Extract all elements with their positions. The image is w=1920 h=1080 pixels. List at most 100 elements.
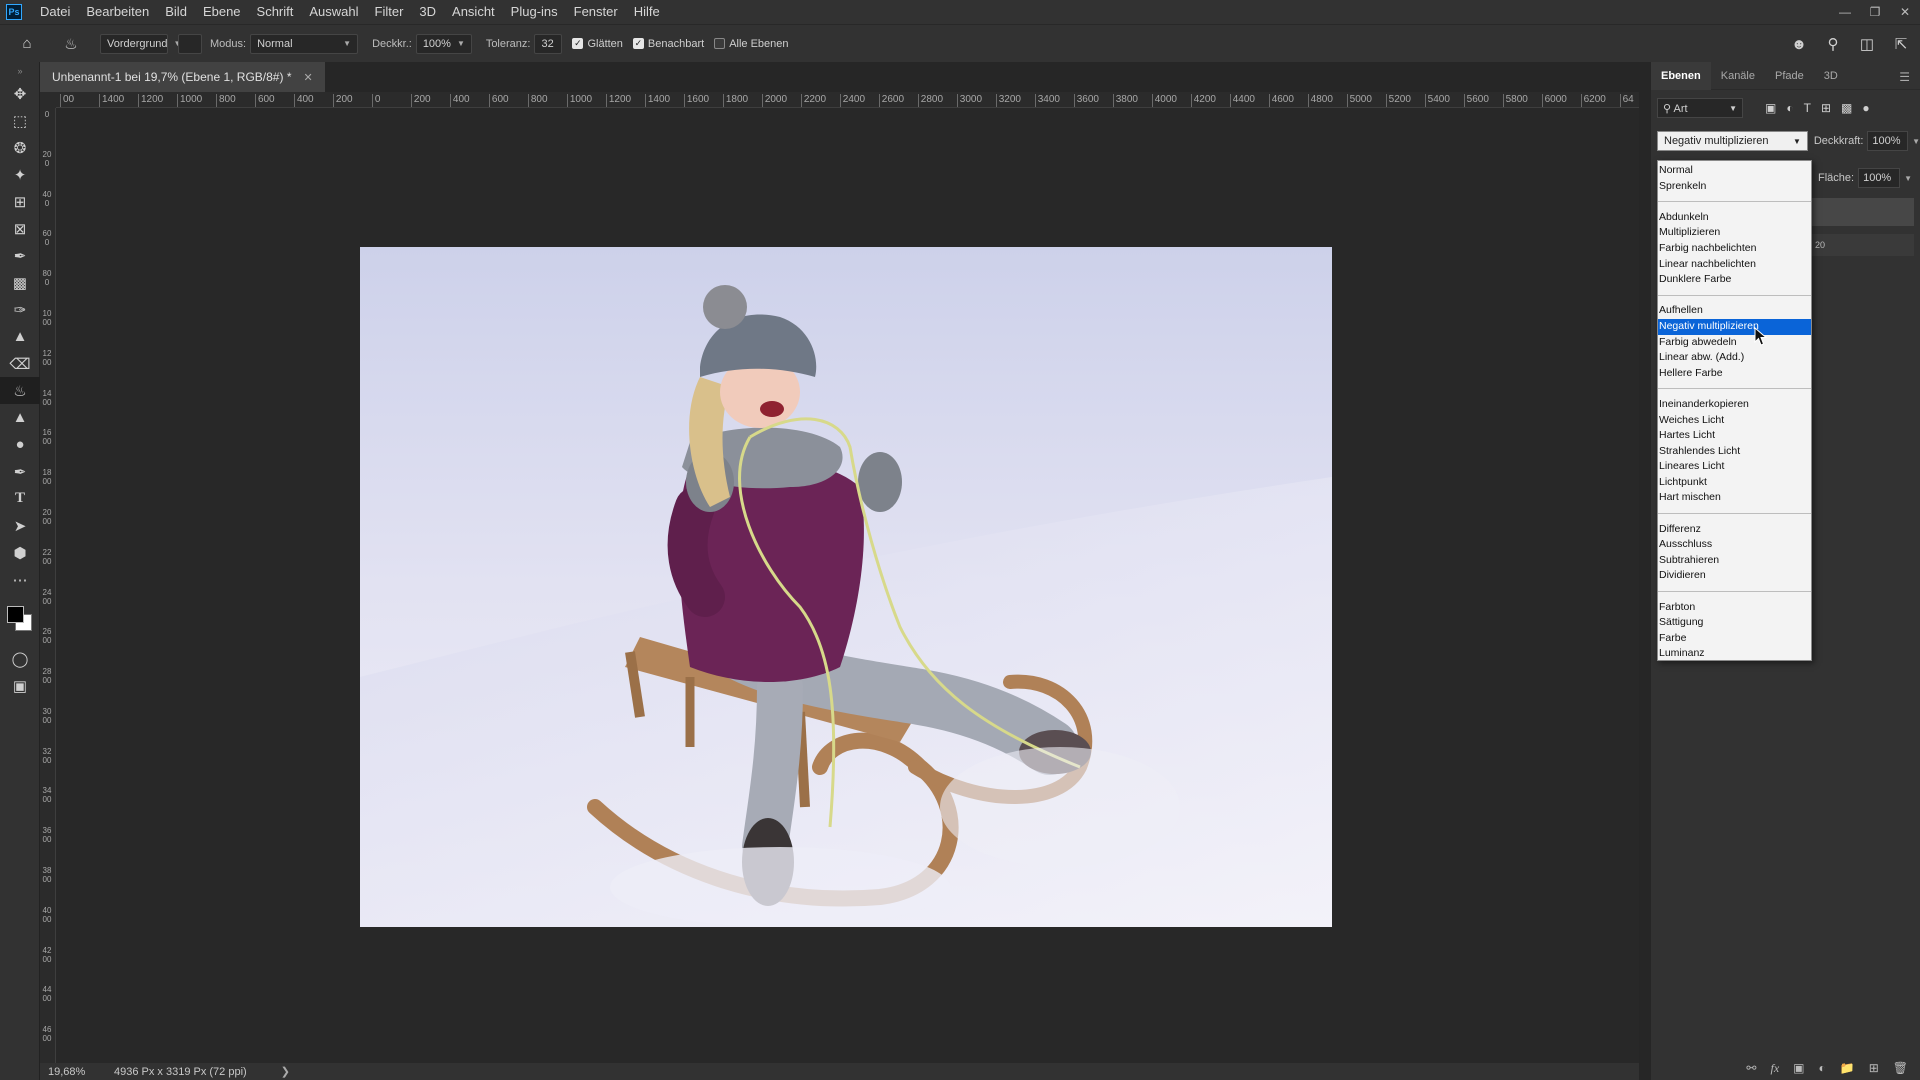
menu-bearbeiten[interactable]: Bearbeiten xyxy=(78,0,157,24)
paint-bucket-tool-icon[interactable]: ♨ xyxy=(0,377,40,404)
workspace-icon[interactable]: ◫ xyxy=(1856,33,1878,55)
search-icon[interactable]: ⚲ xyxy=(1822,33,1844,55)
more-tools-icon[interactable]: ⋯ xyxy=(0,566,40,593)
blend-mode-option[interactable]: Farbig abwedeln xyxy=(1658,335,1811,351)
menu-ebene[interactable]: Ebene xyxy=(195,0,249,24)
blend-mode-option[interactable]: Linear nachbelichten xyxy=(1658,257,1811,273)
blend-mode-option[interactable]: Sättigung xyxy=(1658,615,1811,631)
brush-tool-icon[interactable]: ✑ xyxy=(0,296,40,323)
tab-layers[interactable]: Ebenen xyxy=(1651,61,1711,90)
healing-brush-tool-icon[interactable]: ▩ xyxy=(0,269,40,296)
frame-tool-icon[interactable]: ⊠ xyxy=(0,215,40,242)
user-icon[interactable]: ☻ xyxy=(1788,33,1810,55)
layer-row[interactable] xyxy=(1811,198,1914,226)
blend-mode-option[interactable]: Hartes Licht xyxy=(1658,428,1811,444)
menu-3d[interactable]: 3D xyxy=(411,0,444,24)
blend-mode-option[interactable]: Ineinanderkopieren xyxy=(1658,397,1811,413)
blend-mode-option[interactable]: Lichtpunkt xyxy=(1658,475,1811,491)
blend-mode-option[interactable]: Differenz xyxy=(1658,522,1811,538)
blend-mode-option[interactable]: Abdunkeln xyxy=(1658,210,1811,226)
shape-filter-icon[interactable]: ⊞ xyxy=(1821,101,1831,115)
adjustment-layer-icon[interactable]: ◐ xyxy=(1819,1061,1826,1075)
stamp-tool-icon[interactable]: ▲ xyxy=(0,323,40,350)
marquee-tool-icon[interactable]: ⬚ xyxy=(0,107,40,134)
toolbar-collapse-icon[interactable]: » xyxy=(0,62,40,80)
blend-mode-option[interactable]: Normal xyxy=(1658,163,1811,179)
antialias-checkbox[interactable]: ✓ Glätten xyxy=(572,38,623,50)
magic-wand-tool-icon[interactable]: ✦ xyxy=(0,161,40,188)
move-tool-icon[interactable]: ✥ xyxy=(0,80,40,107)
crop-tool-icon[interactable]: ⊞ xyxy=(0,188,40,215)
adjustment-filter-icon[interactable]: ◐ xyxy=(1786,101,1793,115)
color-swatches[interactable] xyxy=(0,593,40,645)
tolerance-input[interactable]: 32 xyxy=(534,33,563,54)
chevron-right-icon[interactable]: ❯ xyxy=(281,1065,290,1078)
tab-paths[interactable]: Pfade xyxy=(1765,62,1814,90)
menu-schrift[interactable]: Schrift xyxy=(249,0,302,24)
blur-tool-icon[interactable]: ▲ xyxy=(0,404,40,431)
blend-mode-option[interactable]: Dividieren xyxy=(1658,568,1811,584)
fx-icon[interactable]: fx xyxy=(1770,1061,1779,1076)
document-image[interactable] xyxy=(360,247,1332,927)
menu-hilfe[interactable]: Hilfe xyxy=(626,0,668,24)
tab-3d[interactable]: 3D xyxy=(1814,62,1848,90)
dodge-tool-icon[interactable]: ● xyxy=(0,431,40,458)
pen-tool-icon[interactable]: ✒ xyxy=(0,458,40,485)
image-filter-icon[interactable]: ▣ xyxy=(1765,101,1776,115)
blend-mode-option[interactable]: Dunklere Farbe xyxy=(1658,272,1811,288)
menu-ansicht[interactable]: Ansicht xyxy=(444,0,503,24)
blend-mode-option[interactable]: Farbton xyxy=(1658,600,1811,616)
screen-mode-icon[interactable]: ▣ xyxy=(0,672,40,699)
blend-mode-option[interactable]: Weiches Licht xyxy=(1658,413,1811,429)
layer-row-partial[interactable]: 20 xyxy=(1811,234,1914,256)
new-layer-icon[interactable]: ⊞ xyxy=(1869,1061,1879,1075)
blend-mode-option[interactable]: Farbig nachbelichten xyxy=(1658,241,1811,257)
layer-filter-select[interactable]: ⚲ Art ▼ xyxy=(1657,98,1743,118)
menu-plug-ins[interactable]: Plug-ins xyxy=(503,0,566,24)
mode-select[interactable]: Normal ▼ xyxy=(250,33,359,54)
blend-mode-option[interactable]: Farbe xyxy=(1658,631,1811,647)
panel-collapse-strip[interactable] xyxy=(1639,62,1651,1080)
path-selection-tool-icon[interactable]: ➤ xyxy=(0,512,40,539)
delete-layer-icon[interactable]: 🗑 xyxy=(1893,1061,1908,1075)
blend-mode-option[interactable]: Linear abw. (Add.) xyxy=(1658,350,1811,366)
canvas-area[interactable] xyxy=(56,108,1639,1063)
blend-mode-option[interactable]: Lineares Licht xyxy=(1658,459,1811,475)
blend-mode-option[interactable]: Strahlendes Licht xyxy=(1658,444,1811,460)
group-folder-icon[interactable]: 📁 xyxy=(1840,1061,1855,1075)
add-mask-icon[interactable]: ▣ xyxy=(1793,1061,1804,1075)
blend-mode-select[interactable]: Negativ multiplizieren ▼ xyxy=(1657,131,1808,151)
lasso-tool-icon[interactable]: ❂ xyxy=(0,134,40,161)
filter-toggle-icon[interactable]: ● xyxy=(1862,101,1869,115)
blend-mode-option[interactable]: Aufhellen xyxy=(1658,303,1811,319)
contiguous-checkbox[interactable]: ✓ Benachbart xyxy=(632,38,704,50)
panel-menu-icon[interactable]: ☰ xyxy=(1899,70,1910,84)
menu-auswahl[interactable]: Auswahl xyxy=(301,0,366,24)
share-icon[interactable]: ⇱ xyxy=(1890,33,1912,55)
tab-channels[interactable]: Kanäle xyxy=(1711,62,1765,90)
blend-mode-option[interactable]: Multiplizieren xyxy=(1658,225,1811,241)
type-tool-icon[interactable]: T xyxy=(0,485,40,512)
menu-filter[interactable]: Filter xyxy=(367,0,412,24)
text-filter-icon[interactable]: T xyxy=(1804,101,1811,115)
all-layers-checkbox[interactable]: Alle Ebenen xyxy=(714,38,789,50)
zoom-level[interactable]: 19,68% xyxy=(40,1066,92,1078)
document-tab[interactable]: Unbenannt-1 bei 19,7% (Ebene 1, RGB/8#) … xyxy=(40,62,325,92)
home-icon[interactable]: ⌂ xyxy=(16,33,38,55)
link-layers-icon[interactable]: ⚯ xyxy=(1746,1061,1756,1075)
chevron-down-icon[interactable]: ▼ xyxy=(1912,137,1920,146)
blend-mode-option[interactable]: Hart mischen xyxy=(1658,490,1811,506)
layer-opacity-input[interactable]: 100% xyxy=(1867,131,1909,151)
quick-mask-icon[interactable]: ◯ xyxy=(0,645,40,672)
eraser-tool-icon[interactable]: ⌫ xyxy=(0,350,40,377)
fill-source-select[interactable]: Vordergrund▼ xyxy=(100,33,181,54)
blend-mode-option[interactable]: Luminanz xyxy=(1658,646,1811,662)
menu-fenster[interactable]: Fenster xyxy=(566,0,626,24)
menu-bild[interactable]: Bild xyxy=(157,0,195,24)
layer-fill-input[interactable]: 100% xyxy=(1858,168,1901,188)
pattern-picker[interactable] xyxy=(178,33,202,54)
close-tab-icon[interactable]: ✕ xyxy=(303,71,312,84)
smart-object-filter-icon[interactable]: ▩ xyxy=(1841,101,1852,115)
blend-mode-option[interactable]: Subtrahieren xyxy=(1658,553,1811,569)
close-icon[interactable]: ✕ xyxy=(1890,0,1920,24)
